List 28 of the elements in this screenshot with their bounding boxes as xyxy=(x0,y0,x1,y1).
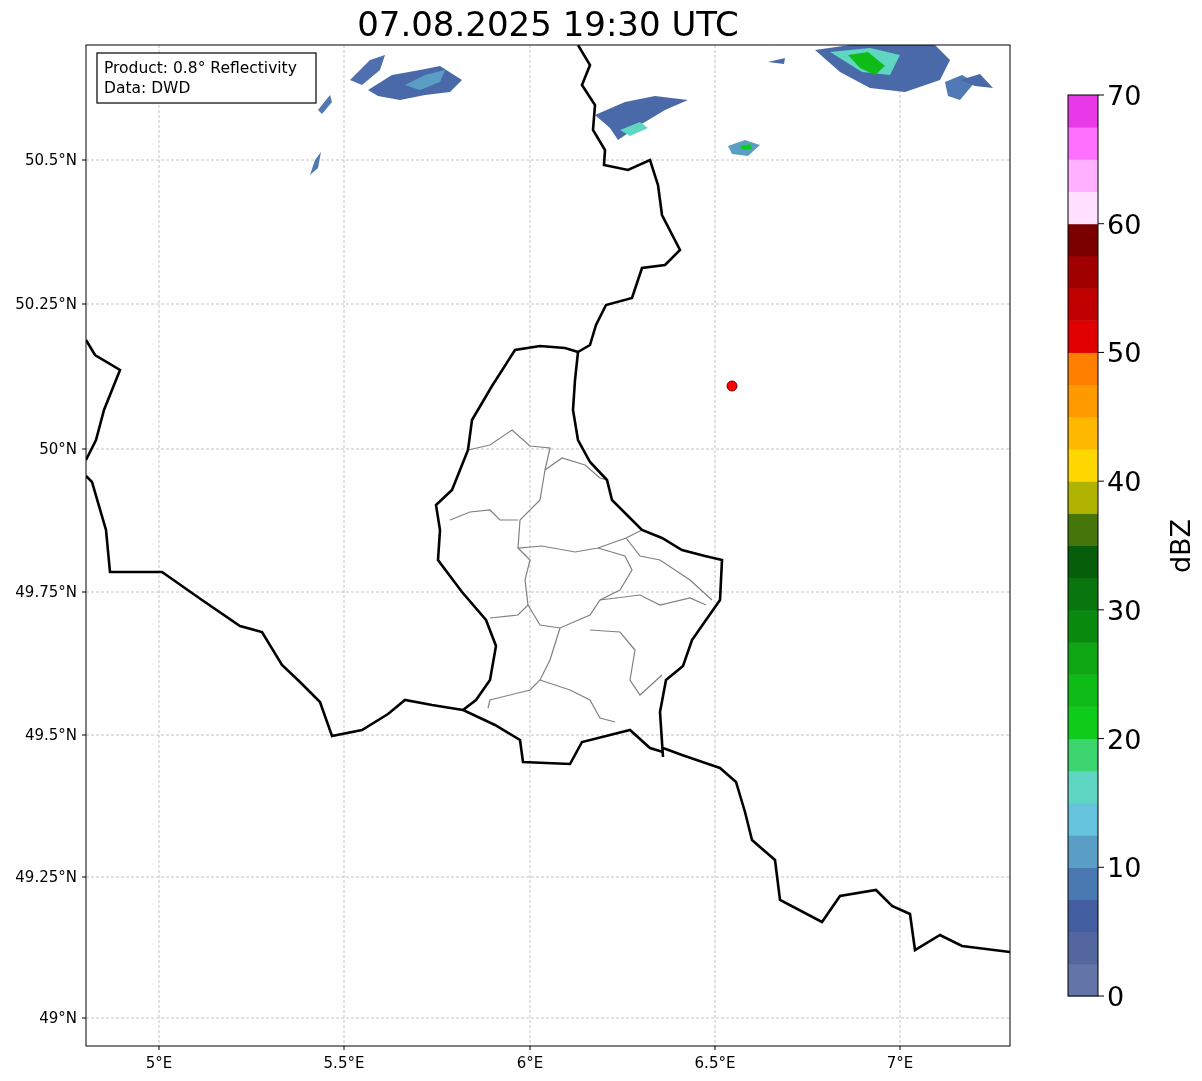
longitude-label: 7°E xyxy=(886,1054,914,1072)
latitude-label: 50.25°N xyxy=(15,295,77,313)
scale-label: 30 xyxy=(1107,594,1142,626)
scale-label: 50 xyxy=(1107,337,1142,369)
latitude-label: 49°N xyxy=(39,1009,77,1027)
latitude-label: 49.5°N xyxy=(24,726,77,744)
longitude-label: 5°E xyxy=(145,1054,173,1072)
chart-title: 07.08.2025 19:30 UTC xyxy=(357,4,739,44)
annotation-text: Product: 0.8° Reflectivity xyxy=(104,59,297,77)
scale-label: 70 xyxy=(1107,80,1142,111)
longitude-label: 6.5°E xyxy=(694,1054,736,1072)
annotation-text: Data: DWD xyxy=(104,79,191,97)
longitude-label: 5.5°E xyxy=(323,1054,365,1072)
scale-label: 20 xyxy=(1107,723,1142,755)
latitude-label: 49.75°N xyxy=(15,583,77,601)
scale-label: 0 xyxy=(1107,981,1125,1012)
scale-label: 10 xyxy=(1107,852,1142,884)
latitude-label: 50°N xyxy=(39,440,77,458)
longitude-label: 6°E xyxy=(516,1054,544,1072)
radar-echo xyxy=(768,58,785,64)
scale-title: dBZ xyxy=(1165,518,1196,574)
radar-echo xyxy=(318,95,332,114)
latitude-label: 49.25°N xyxy=(15,868,77,886)
scale-label: 40 xyxy=(1107,466,1142,498)
radar-echo xyxy=(310,152,321,175)
scale-label: 60 xyxy=(1107,208,1142,240)
location-marker xyxy=(726,380,738,392)
latitude-label: 50.5°N xyxy=(24,151,77,169)
